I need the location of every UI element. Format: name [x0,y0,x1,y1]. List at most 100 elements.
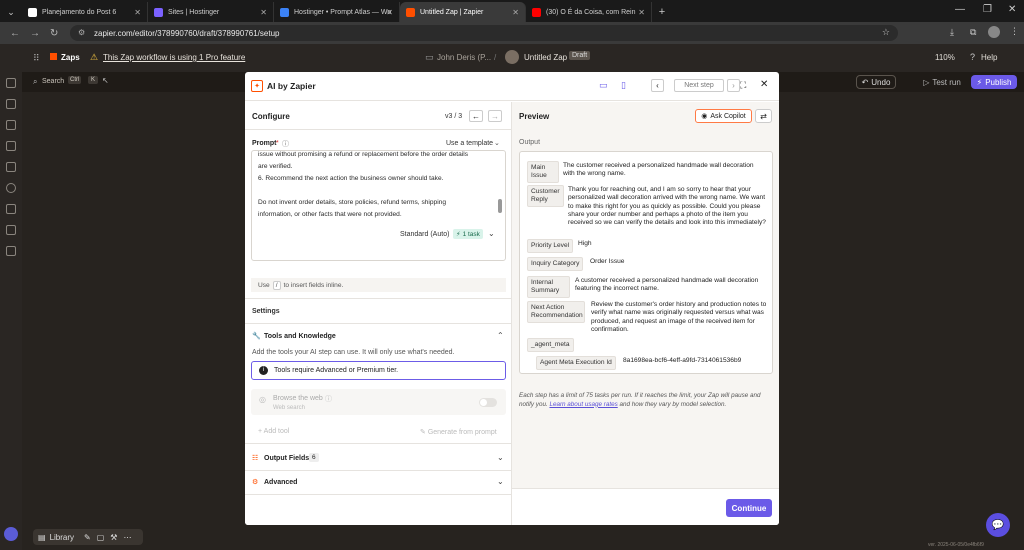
apps-grid-icon[interactable]: ⠿ [33,53,40,64]
chevron-up-icon[interactable]: ⌃ [497,331,504,340]
rail-canvas-icon[interactable] [6,204,16,214]
prompt-line: Do not invent order details, store polic… [258,199,447,206]
model-chevron-icon[interactable]: ⌄ [488,229,495,238]
prompt-line: are verified. [258,163,293,170]
close-tab-icon[interactable]: ✕ [512,8,519,17]
rail-interfaces-icon[interactable] [6,141,16,151]
browser-tab-active[interactable]: Untitled Zap | Zapier ✕ [400,2,526,22]
output-fields-count: 6 [309,453,319,462]
browse-toggle[interactable] [479,398,497,407]
rail-chatbots-icon[interactable] [6,162,16,172]
close-tab-icon[interactable]: ✕ [260,8,267,17]
separator: / [494,53,497,62]
output-field-label: _agent_meta [527,338,574,352]
zap-name[interactable]: Untitled Zap [524,53,567,62]
browser-tab[interactable]: Planejamento do Post 6 ✕ [22,2,148,22]
version-label: ver. 2025-06-05/0e4fb6f9 [928,542,984,548]
reload-icon[interactable]: ↻ [50,28,58,39]
output-field-label: Next Action Recommendation [527,301,585,323]
new-tab-button[interactable]: + [652,2,672,22]
rail-apps-icon[interactable] [6,246,16,256]
zoom-select[interactable]: 110% [935,53,955,62]
maximize-icon[interactable]: ❐ [983,4,992,15]
chevron-down-icon[interactable]: ⌄ [497,477,504,486]
ai-step-modal: ✦ AI by Zapier ▭ ▯ ‹ Next step › ⛶ ✕ Con… [245,72,779,525]
divider [245,298,512,299]
zapier-header: ⠿ Zaps ⚠ This Zap workflow is using 1 Pr… [0,44,1024,72]
next-arrow-button[interactable]: › [727,79,740,92]
previous-version-button[interactable]: ← [469,110,483,122]
close-tab-icon[interactable]: ✕ [386,8,393,17]
more-icon[interactable]: ⋯ [123,533,131,542]
browser-menu-icon[interactable]: ⋮ [1010,26,1019,37]
browser-address-bar: ← → ↻ ⚙ zapier.com/editor/378990760/draf… [0,22,1024,44]
chat-support-button[interactable]: 💬 [986,513,1010,537]
comment-icon[interactable]: ▢ [97,533,105,542]
publish-button[interactable]: ⚡ Publish [971,75,1017,89]
expand-icon[interactable]: ⛶ [740,80,746,91]
rail-zaps-icon[interactable] [6,99,16,109]
prompt-editor[interactable]: issue without promising a refund or repl… [251,150,506,261]
help-icon: ? [970,52,976,62]
rail-agents-icon[interactable] [6,225,16,235]
prompt-scrollbar[interactable] [498,199,502,213]
close-window-icon[interactable]: ✕ [1008,4,1016,15]
rail-home-icon[interactable] [6,78,16,88]
add-tool-button[interactable]: + Add tool [258,428,289,435]
rail-history-icon[interactable] [6,183,16,193]
zaps-link[interactable]: Zaps [61,53,80,62]
tool-icon[interactable]: ⚒ [110,533,117,542]
chevron-down-icon[interactable]: ⌄ [497,453,504,462]
output-field-value: The customer received a personalized han… [563,162,754,178]
divider [245,494,512,495]
usage-rates-link[interactable]: Learn about usage rates [549,401,617,408]
rail-tables-icon[interactable] [6,120,16,130]
prompt-line: issue without promising a refund or repl… [258,151,469,158]
info-icon[interactable]: ⓘ [282,139,289,149]
help-menu[interactable]: Help [981,53,997,62]
pro-feature-link[interactable]: This Zap workflow is using 1 Pro feature [103,53,245,62]
close-icon[interactable]: ✕ [760,79,768,90]
tools-title[interactable]: Tools and Knowledge [264,333,336,340]
ask-copilot-button[interactable]: ◉ Ask Copilot [695,109,752,123]
folder-user[interactable]: John Deris (P... [437,53,491,62]
output-fields-title[interactable]: Output Fields [264,455,309,462]
feedback-icon[interactable]: ▭ [599,80,608,91]
output-field-label: Inquiry Category [527,257,584,271]
download-icon[interactable]: ⤓ [950,27,954,38]
tab-search-icon[interactable]: ⌄ [0,2,22,22]
model-select[interactable]: Standard (Auto) [400,231,449,238]
refresh-button[interactable]: ⇄ [755,109,772,123]
library-button[interactable]: Library [50,533,74,542]
undo-button[interactable]: ↶ Undo [856,75,896,89]
browser-tab[interactable]: Sites | Hostinger ✕ [148,2,274,22]
rail-account-avatar[interactable] [4,527,18,541]
extensions-icon[interactable]: ⧉ [970,27,976,38]
refresh-icon: ⇄ [760,112,767,121]
forward-icon[interactable]: → [30,28,40,39]
next-step-button[interactable]: Next step [674,79,724,92]
back-icon[interactable]: ← [10,28,20,39]
url-input[interactable]: ⚙ zapier.com/editor/378990760/draft/3789… [70,25,898,41]
undo-icon: ↶ [861,77,869,87]
browser-tab[interactable]: (30) O É da Coisa, com Rein ✕ [526,2,652,22]
next-version-button[interactable]: → [488,110,502,122]
cursor-icon[interactable]: ↖ [102,76,109,85]
docs-icon[interactable]: ▯ [621,80,626,91]
browser-tab[interactable]: Hostinger • Prompt Atlas — Wo ✕ [274,2,400,22]
continue-button[interactable]: Continue [726,499,772,517]
note-icon[interactable]: ✎ [84,533,91,542]
close-tab-icon[interactable]: ✕ [638,8,645,17]
previous-step-button[interactable]: ‹ [651,79,664,92]
preview-title: Preview [519,112,550,121]
site-info-icon[interactable]: ⚙ [78,28,85,37]
minimize-icon[interactable]: — [955,4,965,15]
bookmark-star-icon[interactable]: ☆ [882,27,890,38]
test-run-button[interactable]: ▷ Test run [918,75,966,89]
advanced-title[interactable]: Advanced [264,479,297,486]
close-tab-icon[interactable]: ✕ [134,8,141,17]
use-template-select[interactable]: Use a template [446,140,493,147]
profile-avatar[interactable] [988,26,1000,38]
generate-prompt-button[interactable]: ✎ Generate from prompt [420,428,497,436]
search-button[interactable]: Search [42,78,64,85]
